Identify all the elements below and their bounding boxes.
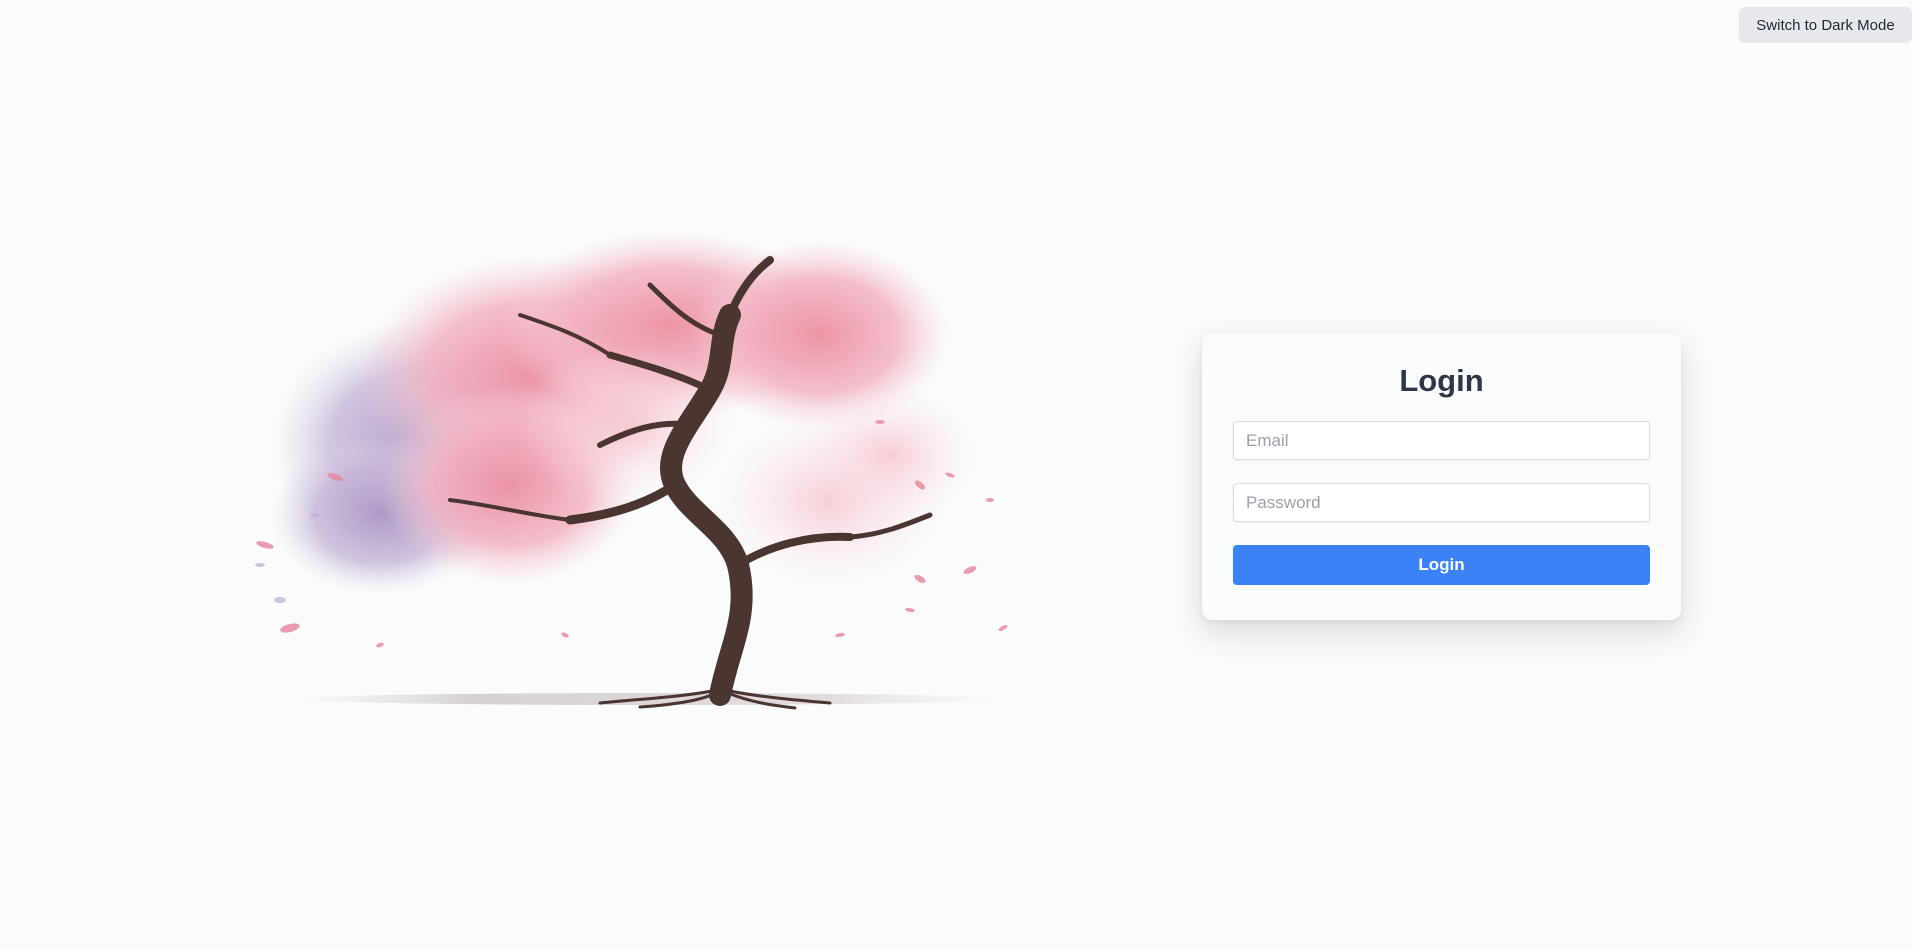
login-form-card: Login Login <box>1202 333 1681 620</box>
cherry-blossom-illustration <box>250 215 1155 715</box>
login-button[interactable]: Login <box>1233 545 1650 585</box>
login-page: Switch to Dark Mode Login Email Login <box>0 0 1913 950</box>
login-title: Login <box>1399 363 1484 398</box>
email-field[interactable] <box>1233 421 1650 460</box>
dark-mode-toggle-button[interactable]: Switch to Dark Mode <box>1739 7 1912 43</box>
cherry-blossom-tree-image <box>255 230 1008 710</box>
password-field[interactable] <box>1233 483 1650 522</box>
